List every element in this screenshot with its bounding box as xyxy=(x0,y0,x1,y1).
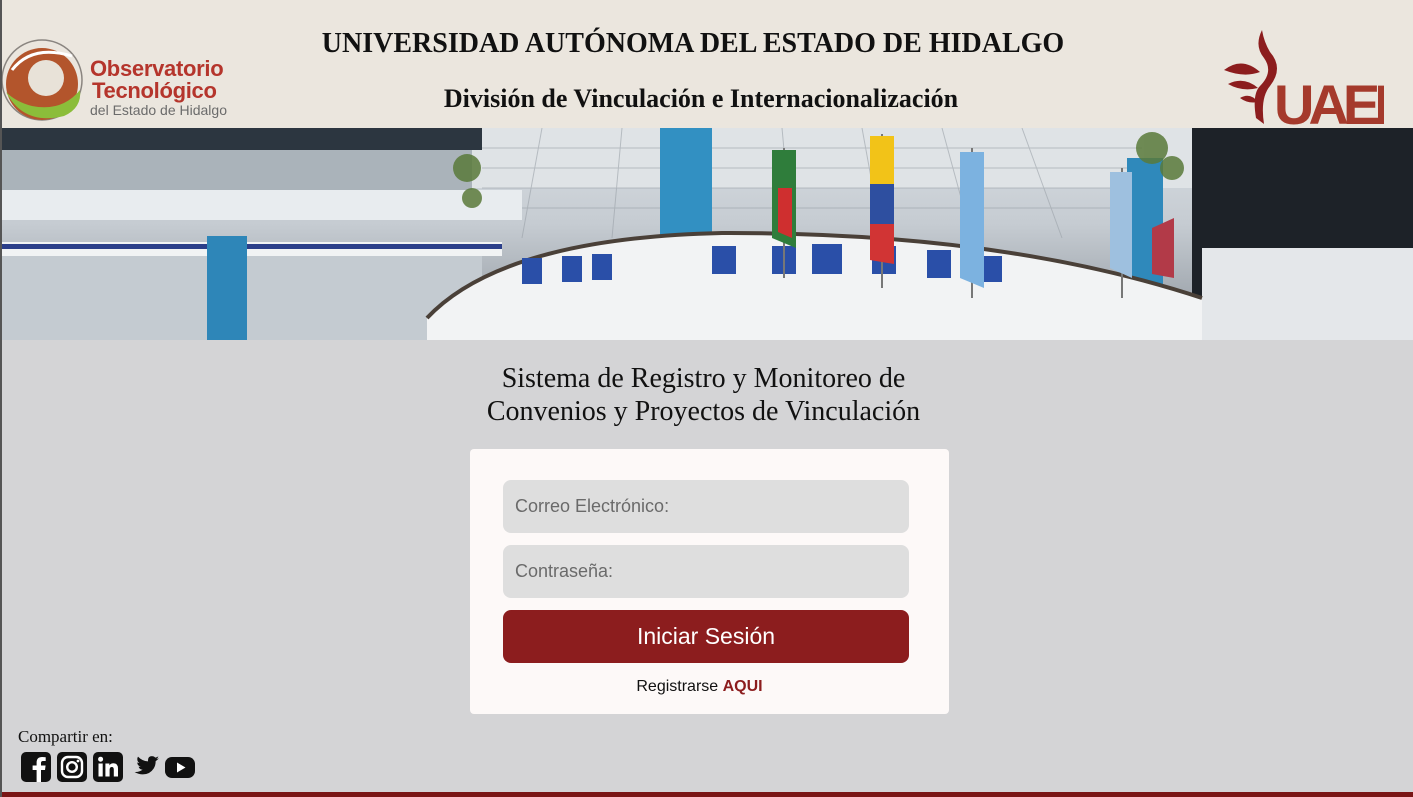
system-title-line1: Sistema de Registro y Monitoreo de xyxy=(501,363,906,394)
division-title: División de Vinculación e Internacionali… xyxy=(443,84,959,113)
password-field[interactable] xyxy=(503,545,909,598)
share-label: Compartir en: xyxy=(18,727,113,746)
linkedin-icon[interactable] xyxy=(92,751,124,783)
system-title-line2: Convenios y Proyectos de Vinculación xyxy=(486,396,921,427)
login-card: Iniciar Sesión Registrarse AQUI xyxy=(470,449,949,714)
instagram-icon[interactable] xyxy=(56,751,88,783)
uaeh-logo[interactable]: UAEH xyxy=(1222,28,1392,128)
register-text: Registrarse xyxy=(636,678,719,695)
email-field[interactable] xyxy=(503,480,909,533)
twitter-icon[interactable] xyxy=(128,751,160,783)
university-title: UNIVERSIDAD AUTÓNOMA DEL ESTADO DE HIDAL… xyxy=(321,28,1065,59)
register-prompt: Registrarse AQUI xyxy=(470,678,929,696)
system-title: Sistema de Registro y Monitoreo de Conve… xyxy=(2,362,1405,428)
svg-text:UAEH: UAEH xyxy=(1274,73,1384,128)
login-button[interactable]: Iniciar Sesión xyxy=(503,610,909,663)
banner-illustration xyxy=(2,128,1413,340)
footer-bar xyxy=(2,792,1413,797)
youtube-icon[interactable] xyxy=(164,751,196,783)
header: Observatorio Tecnológico del Estado de H… xyxy=(2,0,1413,128)
facebook-icon[interactable] xyxy=(20,751,52,783)
uaeh-letters-icon: UAEH xyxy=(1274,73,1384,128)
campus-banner-image xyxy=(2,128,1413,340)
register-link[interactable]: AQUI xyxy=(723,678,763,695)
